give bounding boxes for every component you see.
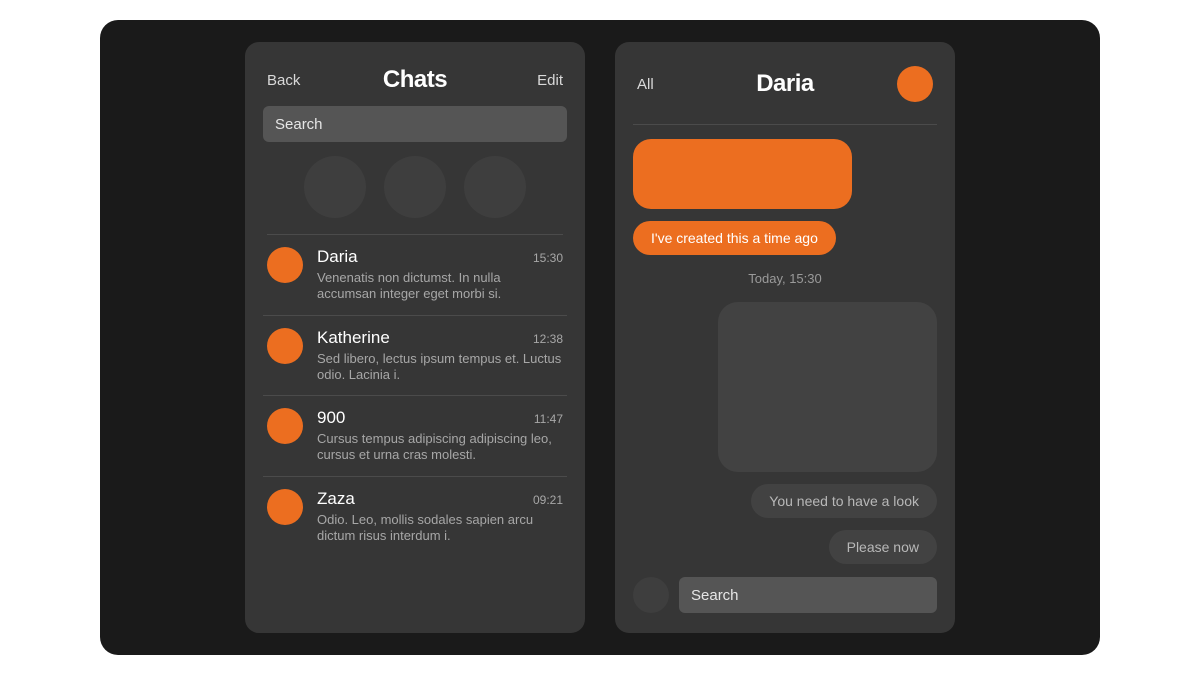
chat-name: Daria (317, 247, 358, 267)
chat-item[interactable]: Daria 15:30 Venenatis non dictumst. In n… (263, 235, 567, 316)
chat-name: Katherine (317, 328, 390, 348)
message-input[interactable]: Search (679, 577, 937, 613)
back-button[interactable]: Back (267, 72, 313, 89)
chats-header: Back Chats Edit (267, 66, 563, 94)
edit-button[interactable]: Edit (517, 72, 563, 89)
all-chats-button[interactable]: All (637, 76, 683, 93)
contact-avatar[interactable] (897, 66, 933, 102)
search-placeholder: Search (275, 116, 323, 133)
message-list: I've created this a time ago Today, 15:3… (633, 125, 937, 565)
chats-title: Chats (383, 66, 447, 94)
story-bubble[interactable] (384, 156, 446, 218)
chat-preview: Cursus tempus adipiscing adipiscing leo,… (317, 431, 563, 464)
chats-screen: Back Chats Edit Search Daria 15:30 Venen… (245, 42, 585, 633)
chat-time: 11:47 (534, 412, 563, 426)
received-media-bubble[interactable] (718, 302, 937, 472)
story-bubble[interactable] (464, 156, 526, 218)
sent-media-bubble[interactable] (633, 139, 852, 209)
chats-search-input[interactable]: Search (263, 106, 567, 142)
chat-list: Daria 15:30 Venenatis non dictumst. In n… (263, 235, 567, 556)
sent-message-bubble[interactable]: I've created this a time ago (633, 221, 836, 255)
attachment-button[interactable] (633, 577, 669, 613)
chat-item[interactable]: Zaza 09:21 Odio. Leo, mollis sodales sap… (263, 477, 567, 557)
avatar (267, 328, 303, 364)
avatar (267, 408, 303, 444)
received-message-bubble[interactable]: Please now (829, 530, 937, 564)
received-message-bubble[interactable]: You need to have a look (751, 484, 937, 518)
story-bubble[interactable] (304, 156, 366, 218)
app-frame: Back Chats Edit Search Daria 15:30 Venen… (100, 20, 1100, 655)
avatar (267, 489, 303, 525)
conversation-contact-name: Daria (756, 70, 814, 98)
message-input-row: Search (633, 577, 937, 613)
conversation-header: All Daria (637, 66, 933, 102)
chat-name: 900 (317, 408, 345, 428)
chat-preview: Venenatis non dictumst. In nulla accumsa… (317, 270, 563, 303)
chat-preview: Sed libero, lectus ipsum tempus et. Luct… (317, 351, 563, 384)
chat-preview: Odio. Leo, mollis sodales sapien arcu di… (317, 512, 563, 545)
chat-time: 15:30 (533, 251, 563, 265)
conversation-screen: All Daria I've created this a time ago T… (615, 42, 955, 633)
chat-time: 12:38 (533, 332, 563, 346)
chat-item[interactable]: Katherine 12:38 Sed libero, lectus ipsum… (263, 316, 567, 397)
chat-time: 09:21 (533, 493, 563, 507)
message-timestamp: Today, 15:30 (633, 271, 937, 286)
message-input-placeholder: Search (691, 587, 739, 604)
chat-item[interactable]: 900 11:47 Cursus tempus adipiscing adipi… (263, 396, 567, 477)
stories-row (263, 142, 567, 234)
avatar (267, 247, 303, 283)
chat-name: Zaza (317, 489, 355, 509)
